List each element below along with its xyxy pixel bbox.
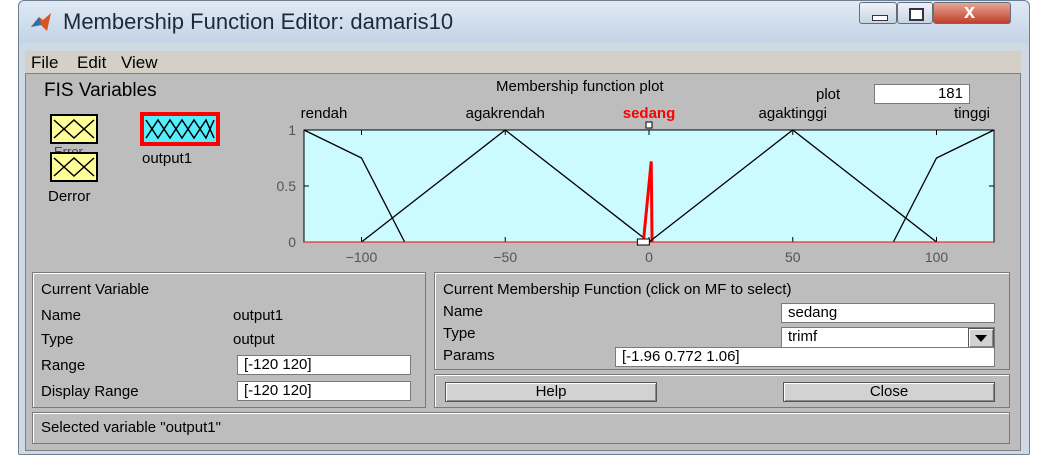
x-tick-label: −100 [346, 249, 378, 265]
x-tick-label: 100 [925, 249, 949, 265]
menu-view[interactable]: View [121, 53, 158, 73]
mf-type-select[interactable]: trimf [781, 327, 995, 349]
mf-label-agakrendah: agakrendah [466, 105, 545, 122]
input-derror-icon[interactable] [50, 152, 98, 182]
maximize-button[interactable] [897, 2, 933, 24]
status-bar: Selected variable "output1" [32, 412, 1010, 444]
input-derror-label[interactable]: Derror [48, 188, 91, 205]
mf-label-sedang: sedang [623, 105, 676, 122]
output1-label[interactable]: output1 [142, 150, 192, 167]
input-error-icon[interactable] [50, 114, 98, 144]
y-tick-label: 0 [288, 234, 296, 250]
maximize-icon [909, 8, 924, 21]
menu-file[interactable]: File [31, 53, 58, 73]
mf-name-label: Name [443, 303, 484, 320]
selection-handle-bottom [636, 238, 650, 246]
mf-type-value: trimf [788, 328, 818, 345]
y-tick-label: 0.5 [277, 178, 297, 194]
membership-function-plot[interactable]: −100 −50 0 50 100 0 0.5 1 rendah agakrendah sedang… [246, 100, 1006, 270]
display-range-input[interactable]: [-120 120] [237, 381, 411, 401]
mf-shape-icon [53, 156, 95, 178]
x-tick-label: 0 [645, 249, 653, 265]
x-tick-label: 50 [785, 249, 801, 265]
variable-name-label: Name [41, 307, 82, 324]
range-input[interactable]: [-120 120] [237, 355, 411, 375]
mf-shape-icon [53, 118, 95, 140]
window-title: Membership Function Editor: damaris10 [63, 9, 454, 34]
buttons-panel: Help Close [434, 374, 1010, 408]
mf-label-agaktinggi: agaktinggi [759, 105, 827, 122]
editor-body: FIS Variables Error Derror output1 Membe… [25, 73, 1021, 451]
y-tick-label: 1 [288, 122, 296, 138]
fis-variables-heading: FIS Variables [44, 80, 157, 101]
selection-handle-top [645, 121, 653, 129]
plot-title: Membership function plot [496, 78, 664, 95]
status-text: Selected variable "output1" [41, 419, 221, 436]
matlab-icon [31, 13, 51, 31]
mf-label-rendah: rendah [301, 105, 348, 122]
current-mf-panel: Current Membership Function (click on MF… [434, 272, 1010, 370]
window: Membership Function Editor: damaris10 x … [18, 0, 1030, 455]
variable-type-value: output [233, 331, 275, 348]
display-range-label: Display Range [41, 383, 139, 400]
current-variable-heading: Current Variable [41, 281, 150, 298]
variable-range-label: Range [41, 357, 86, 374]
minimize-button[interactable] [859, 2, 897, 24]
dropdown-button[interactable] [968, 328, 994, 348]
variable-type-label: Type [41, 331, 74, 348]
mf-type-label: Type [443, 325, 476, 342]
x-tick-label: −50 [493, 249, 517, 265]
mf-params-input[interactable]: [-1.96 0.772 1.06] [615, 347, 995, 367]
close-window-button[interactable]: x [933, 1, 1011, 24]
minimize-icon [872, 15, 888, 21]
menu-bar: File Edit View [25, 51, 1021, 73]
chevron-down-icon [975, 335, 987, 342]
title-bar: Membership Function Editor: damaris10 x [19, 1, 1029, 43]
close-icon: x [964, 1, 976, 23]
mf-label-tinggi: tinggi [954, 105, 990, 122]
variable-name-value: output1 [233, 307, 284, 324]
close-button[interactable]: Close [783, 382, 995, 402]
output1-icon[interactable] [140, 112, 220, 146]
mf-params-label: Params [443, 347, 495, 364]
help-button[interactable]: Help [445, 382, 657, 402]
current-mf-heading: Current Membership Function (click on MF… [443, 281, 792, 298]
menu-edit[interactable]: Edit [77, 53, 106, 73]
mf-name-input[interactable]: sedang [781, 303, 995, 323]
current-variable-panel: Current Variable Name output1 Type outpu… [32, 272, 426, 408]
mf-shape-icon [145, 118, 215, 140]
